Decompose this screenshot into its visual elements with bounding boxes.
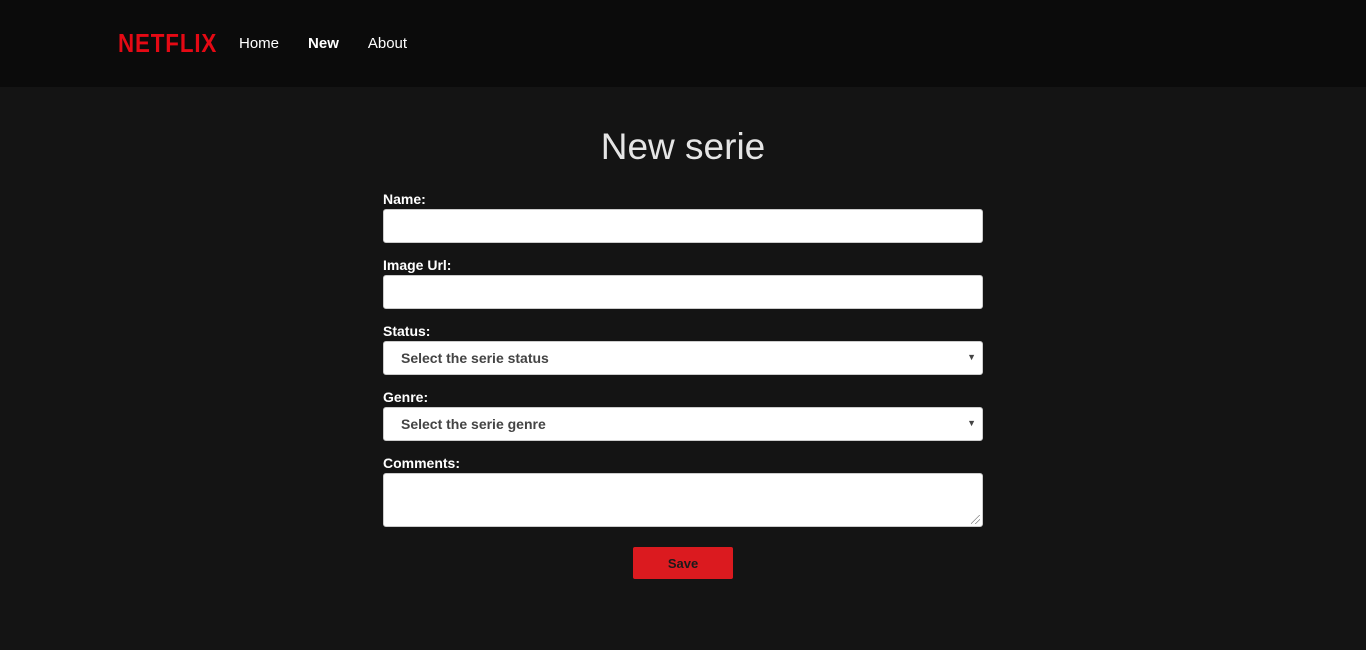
chevron-down-icon: ▼	[967, 418, 976, 428]
image-url-label: Image Url:	[383, 257, 452, 273]
nav-home[interactable]: Home	[239, 35, 279, 52]
image-url-input[interactable]	[383, 275, 983, 309]
name-field-group: Name:	[383, 191, 983, 243]
nav-new[interactable]: New	[308, 35, 339, 52]
name-label: Name:	[383, 191, 426, 207]
genre-label: Genre:	[383, 389, 429, 405]
save-button-wrap: Save	[383, 547, 983, 579]
resize-handle-icon[interactable]	[971, 515, 980, 524]
page-title: New serie	[600, 126, 766, 167]
new-serie-form: Name: Image Url: Status: Select the seri…	[383, 191, 983, 579]
comments-field-group: Comments:	[383, 455, 983, 527]
main-content: New serie Name: Image Url: Status: Selec…	[383, 126, 983, 579]
status-field-group: Status: Select the serie status ▼	[383, 323, 983, 375]
status-label: Status:	[383, 323, 431, 339]
chevron-down-icon: ▼	[967, 352, 976, 362]
comments-label: Comments:	[383, 455, 461, 471]
status-select[interactable]: Select the serie status ▼	[383, 341, 983, 375]
image-url-field-group: Image Url:	[383, 257, 983, 309]
genre-selected-value: Select the serie genre	[401, 416, 546, 432]
comments-textarea[interactable]	[383, 473, 983, 527]
navbar: NETFLIX Home New About	[0, 0, 1366, 87]
save-button[interactable]: Save	[633, 547, 733, 579]
genre-select[interactable]: Select the serie genre ▼	[383, 407, 983, 441]
genre-field-group: Genre: Select the serie genre ▼	[383, 389, 983, 441]
netflix-logo[interactable]: NETFLIX	[118, 28, 216, 59]
name-input[interactable]	[383, 209, 983, 243]
nav-about[interactable]: About	[368, 35, 407, 52]
status-selected-value: Select the serie status	[401, 350, 549, 366]
